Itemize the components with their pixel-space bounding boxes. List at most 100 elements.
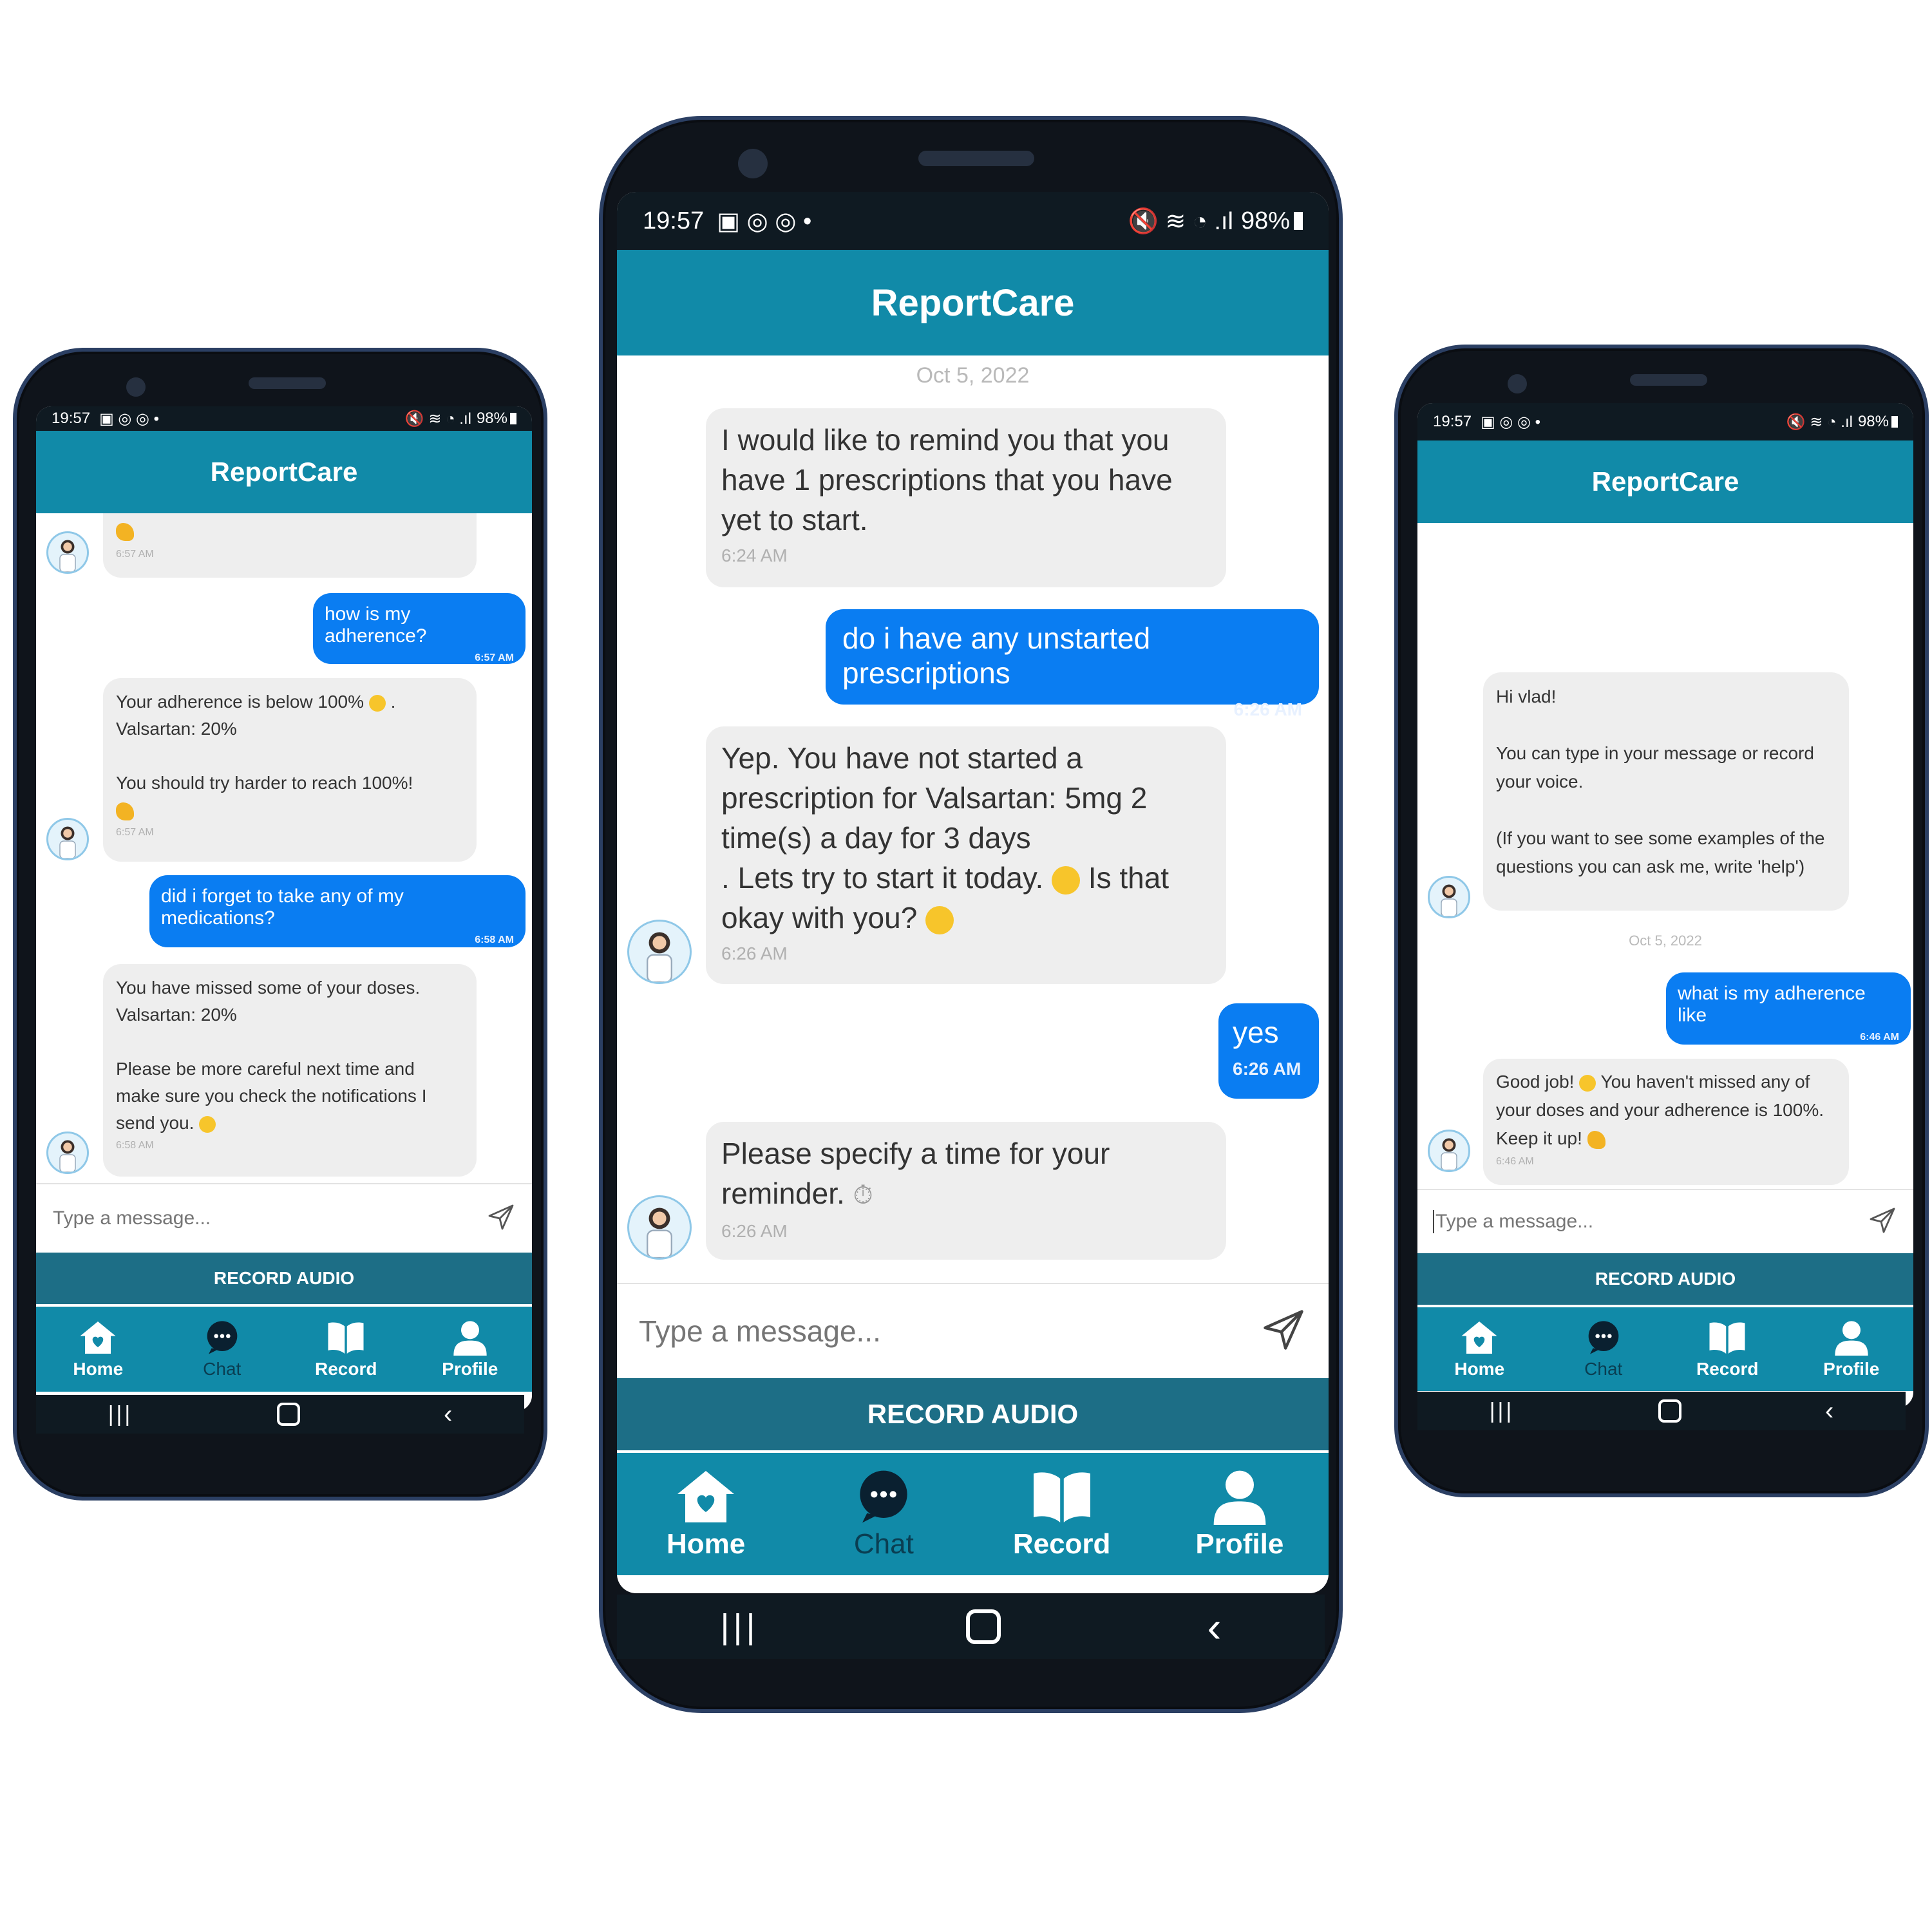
- tab-chat[interactable]: Chat: [795, 1453, 972, 1575]
- signal-icons: 🔇 ≋ ◔ .ıl: [1128, 207, 1233, 235]
- user-message-bubble: what is my adherence like 6:46 AM: [1666, 972, 1911, 1045]
- tab-record[interactable]: Record: [973, 1453, 1151, 1575]
- tab-home[interactable]: Home: [36, 1307, 160, 1392]
- message-time: 6:26 AM: [721, 1221, 788, 1241]
- flexed-biceps-emoji: [116, 523, 134, 542]
- earpiece-speaker: [918, 151, 1034, 166]
- flexed-biceps-emoji: [1587, 1130, 1605, 1149]
- bot-avatar: [1428, 1130, 1470, 1172]
- message-time: 6:57 AM: [475, 652, 514, 663]
- user-icon: [1211, 1468, 1268, 1528]
- message-text: I would like to remind you that you have…: [721, 423, 1173, 536]
- bot-avatar: [46, 531, 89, 574]
- tab-home[interactable]: Home: [617, 1453, 795, 1575]
- chat-area[interactable]: 6:57 AM how is my adherence? 6:57 AM You…: [36, 513, 532, 1183]
- message-input[interactable]: [52, 1207, 440, 1230]
- bot-avatar: [627, 1195, 692, 1260]
- message-text: Your adherence is below 100%: [116, 692, 365, 712]
- chat-area[interactable]: Oct 5, 2022 I would like to remind you t…: [617, 355, 1329, 1283]
- earpiece-speaker: [249, 377, 326, 389]
- back-nav-button[interactable]: ‹: [1208, 1602, 1222, 1651]
- front-camera: [126, 377, 146, 397]
- tab-profile[interactable]: Profile: [1790, 1307, 1914, 1391]
- battery-icon: [1294, 212, 1303, 230]
- record-audio-button[interactable]: RECORD AUDIO: [617, 1378, 1329, 1450]
- tab-label: Chat: [853, 1528, 914, 1560]
- user-icon: [452, 1320, 488, 1359]
- home-heart-icon: [79, 1320, 117, 1359]
- tab-profile[interactable]: Profile: [1151, 1453, 1329, 1575]
- chat-bubble-icon: [1586, 1320, 1622, 1359]
- send-icon[interactable]: [1259, 1305, 1308, 1358]
- user-message-bubble: did i forget to take any of my medicatio…: [149, 875, 526, 947]
- battery-level: 98%: [476, 410, 507, 427]
- bot-message-bubble: Please specify a time for your reminder.…: [706, 1122, 1226, 1260]
- app-title: ReportCare: [871, 281, 1075, 324]
- status-bar: 19:57 ▣ ◎ ◎ • 🔇 ≋ ◔ .ıl 98%: [617, 192, 1329, 250]
- message-time: 6:58 AM: [116, 1140, 154, 1151]
- message-input[interactable]: [1433, 1210, 1823, 1233]
- message-text: Hi vlad! You can type in your message or…: [1496, 687, 1825, 876]
- tab-record[interactable]: Record: [284, 1307, 408, 1392]
- bot-avatar: [627, 920, 692, 984]
- bot-message-bubble: You have missed some of your doses. Vals…: [103, 964, 477, 1177]
- tab-record[interactable]: Record: [1665, 1307, 1790, 1391]
- home-nav-button[interactable]: [1658, 1399, 1681, 1423]
- left-screen: 19:57 ▣ ◎ ◎ • 🔇 ≋ ◔ .ıl 98% ReportCare 6:5…: [36, 406, 532, 1411]
- send-icon[interactable]: [1867, 1205, 1898, 1239]
- tab-profile[interactable]: Profile: [408, 1307, 533, 1392]
- tab-label: Chat: [203, 1358, 242, 1379]
- message-text: You have missed some of your doses. Vals…: [116, 978, 427, 1133]
- system-nav-bar: ||| ‹: [36, 1395, 524, 1434]
- user-message-bubble: how is my adherence? 6:57 AM: [313, 593, 526, 664]
- recent-apps-button[interactable]: |||: [1490, 1399, 1515, 1424]
- message-input[interactable]: [638, 1313, 1207, 1349]
- tab-label: Record: [315, 1358, 377, 1379]
- message-time: 6:46 AM: [1860, 1032, 1899, 1043]
- tab-label: Profile: [442, 1358, 498, 1379]
- tab-label: Chat: [1584, 1358, 1623, 1379]
- notification-icons: ▣ ◎ ◎ •: [717, 207, 812, 235]
- date-separator: Oct 5, 2022: [916, 363, 1030, 388]
- send-icon[interactable]: [486, 1202, 516, 1236]
- message-composer: [36, 1183, 532, 1253]
- message-time: 6:58 AM: [475, 934, 514, 945]
- back-nav-button[interactable]: ‹: [444, 1400, 452, 1429]
- status-time: 19:57: [643, 207, 705, 234]
- bottom-tab-bar: Home Chat Record Profile: [36, 1307, 532, 1392]
- bottom-tab-bar: Home Chat Record Profile: [617, 1453, 1329, 1575]
- recent-apps-button[interactable]: |||: [108, 1402, 133, 1427]
- tab-label: Record: [1012, 1528, 1111, 1560]
- home-nav-button[interactable]: [276, 1403, 300, 1426]
- home-nav-button[interactable]: [965, 1609, 1001, 1644]
- slightly-smiling-face-emoji: [1052, 866, 1081, 895]
- message-text: what is my adherence like: [1678, 983, 1866, 1026]
- front-camera: [1508, 374, 1527, 393]
- notification-icons: ▣ ◎ ◎ •: [1481, 413, 1541, 431]
- center-phone: 19:57 ▣ ◎ ◎ • 🔇 ≋ ◔ .ıl 98% ReportCare Oct…: [599, 116, 1343, 1713]
- recent-apps-button[interactable]: |||: [720, 1607, 759, 1647]
- record-audio-button[interactable]: RECORD AUDIO: [36, 1253, 532, 1304]
- book-icon: [1031, 1468, 1093, 1528]
- message-time: 6:57 AM: [116, 549, 154, 560]
- message-composer: [617, 1283, 1329, 1378]
- chat-area[interactable]: Hi vlad! You can type in your message or…: [1417, 523, 1913, 1189]
- tab-chat[interactable]: Chat: [1542, 1307, 1666, 1391]
- home-heart-icon: [1460, 1320, 1499, 1359]
- back-nav-button[interactable]: ‹: [1825, 1397, 1833, 1426]
- front-camera: [738, 149, 768, 178]
- tab-chat[interactable]: Chat: [160, 1307, 285, 1392]
- message-time: 6:26 AM: [721, 943, 788, 963]
- user-message-bubble: do i have any unstarted prescriptions 6:…: [826, 609, 1319, 719]
- battery-level: 98%: [1857, 413, 1889, 430]
- message-time: 6:26 AM: [1233, 1059, 1302, 1079]
- message-time: 6:26 AM: [1233, 699, 1302, 719]
- signal-icons: 🔇 ≋ ◔ .ıl: [404, 410, 471, 428]
- record-audio-label: RECORD AUDIO: [213, 1268, 355, 1288]
- message-text: how is my adherence?: [325, 603, 427, 647]
- chat-bubble-icon: [855, 1468, 912, 1528]
- tab-home[interactable]: Home: [1417, 1307, 1542, 1391]
- battery-icon: [1891, 416, 1898, 428]
- record-audio-button[interactable]: RECORD AUDIO: [1417, 1253, 1913, 1305]
- center-screen: 19:57 ▣ ◎ ◎ • 🔇 ≋ ◔ .ıl 98% ReportCare Oct…: [617, 192, 1329, 1593]
